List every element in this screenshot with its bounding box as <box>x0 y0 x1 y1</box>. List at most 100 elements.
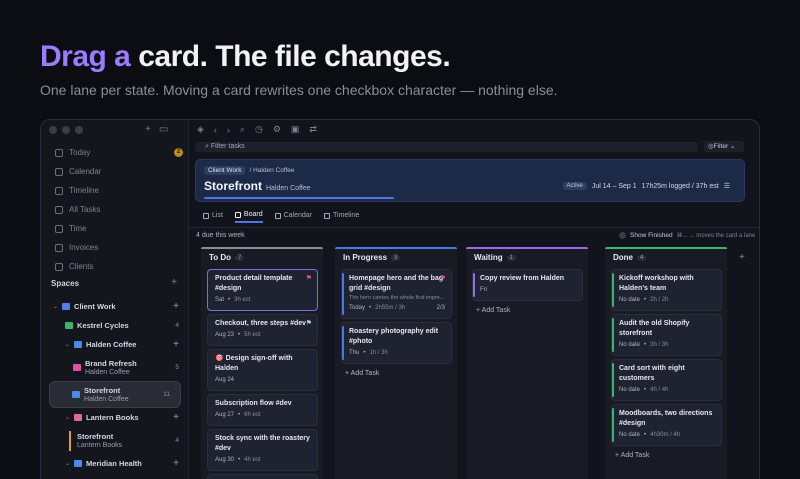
nav-icon <box>55 148 63 157</box>
add-task-button[interactable]: + Add Task <box>605 446 727 465</box>
close-dot[interactable] <box>49 126 57 134</box>
lane-done: Done 4 Kickoff workshop with Halden's team… <box>605 247 727 479</box>
lane-title: To Do <box>209 253 232 262</box>
filter-input[interactable]: ⌕ Filter tasks <box>195 142 698 152</box>
flag-icon[interactable]: ⚑ <box>306 274 312 284</box>
card-estimate: 1h / 3h <box>369 350 388 356</box>
space-tree: ⌄ Client Work + Kestrel Cycles 4 ⌄ Halden Co… <box>41 297 189 473</box>
tree-lantern[interactable]: ⌄ Lantern Books + <box>41 408 189 427</box>
tab-calendar[interactable]: Calendar <box>274 211 312 223</box>
nav-label: Time <box>69 224 87 233</box>
nav-label: Timeline <box>69 186 99 195</box>
nav-item[interactable]: Timeline <box>41 181 189 200</box>
task-card[interactable]: ⚑ Product detail template #design Sat • 3h e… <box>207 269 318 311</box>
window-controls[interactable] <box>49 126 83 134</box>
nav-item[interactable]: Calendar <box>41 162 189 181</box>
due-summary: 4 due this week <box>196 232 245 239</box>
minimize-dot[interactable] <box>62 126 70 134</box>
card-estimate: 4h30m / 4h <box>650 432 681 438</box>
tree-halden[interactable]: ⌄ Halden Coffee + <box>41 335 189 354</box>
tab-list[interactable]: List <box>203 211 223 223</box>
lane-accent <box>473 273 475 297</box>
flag-icon[interactable]: ⚑ <box>440 274 446 284</box>
task-card[interactable]: Kickoff workshop with Halden's team No da… <box>611 269 722 311</box>
lane-in-progress: In Progress 3 ⚑ Homepage hero and the bag g… <box>335 247 457 479</box>
tree-meridian[interactable]: ⌄ Meridian Health + <box>41 454 189 473</box>
sidebar: + ▭ Today 2 Calendar Timeline All Tasks Time In… <box>41 120 189 479</box>
breadcrumb-client[interactable]: / Halden Coffee <box>249 167 294 174</box>
tree-client-work[interactable]: ⌄ Client Work + <box>41 297 189 316</box>
nav-icon <box>55 243 63 252</box>
nav-item[interactable]: Today 2 <box>41 143 189 162</box>
lane-count: 1 <box>506 254 516 261</box>
task-card[interactable]: Audit the old Shopify storefront No date •… <box>611 314 722 356</box>
nav-icon <box>55 205 63 214</box>
lane-to-do: To Do 7 ⚑ Product detail template #design Sa… <box>201 247 323 479</box>
add-icon[interactable]: + <box>173 301 179 312</box>
task-card[interactable]: Subscription flow #dev Aug 27 • 6h est <box>207 394 318 426</box>
sidebar-toggle-icon[interactable]: ▭ <box>159 124 168 135</box>
sync-icon[interactable]: ⇄ <box>309 124 317 135</box>
task-card[interactable]: Copy review from Halden Fri <box>472 269 583 301</box>
search-icon[interactable]: ⌕ <box>240 124 245 135</box>
task-card[interactable]: 🎯 Design sign-off with Halden Aug 24 <box>207 349 318 391</box>
view-tabs: List Board Calendar Timeline <box>203 211 359 223</box>
add-icon[interactable]: + <box>173 412 179 423</box>
card-date: Aug 23 <box>215 332 235 338</box>
chevron-down-icon[interactable]: ⌄ <box>53 303 58 310</box>
task-card[interactable]: Stock sync with the roastery #dev Aug 30 •… <box>207 429 318 471</box>
project-icon <box>65 322 73 329</box>
task-card[interactable]: Roastery photography edit #photo Thu • 1h /… <box>341 322 452 364</box>
filter-button[interactable]: ◎Filter ⌄ <box>704 141 744 152</box>
zoom-dot[interactable] <box>75 126 83 134</box>
card-title: Product detail template #design <box>215 275 293 292</box>
lane-accent <box>612 408 614 442</box>
add-task-button[interactable]: + Add Task <box>466 301 588 320</box>
card-estimate: 2h55m / 3h <box>375 305 406 311</box>
show-finished-toggle[interactable] <box>619 232 626 239</box>
task-card[interactable]: ⚑ Homepage hero and the bag grid #design T… <box>341 269 452 319</box>
card-date: Aug 30 <box>215 457 235 463</box>
breadcrumb-space[interactable]: Client Work <box>204 166 246 175</box>
card-title: 🎯 Design sign-off with Halden <box>215 355 293 372</box>
task-card[interactable]: Moodboards, two directions #design No dat… <box>611 404 722 446</box>
progress-bar <box>204 197 394 199</box>
back-icon[interactable]: ‹ <box>214 125 217 135</box>
nav-item[interactable]: Clients <box>41 257 189 276</box>
tree-lantern-storefront[interactable]: Storefront Lantern Books 4 <box>41 427 189 454</box>
add-lane-icon[interactable]: + <box>739 252 745 263</box>
add-task-button[interactable]: + Add Task <box>335 364 457 383</box>
app-window: + ▭ Today 2 Calendar Timeline All Tasks Time In… <box>40 119 760 479</box>
task-card[interactable]: ⚑ Checkout, three steps #dev Aug 23 • 5h est <box>207 314 318 346</box>
settings-icon[interactable]: ⚙ <box>273 124 281 135</box>
nav-item[interactable]: Time <box>41 219 189 238</box>
task-card[interactable]: ⚑Accessibility pass #dev <box>207 474 318 479</box>
nav-label: Today <box>69 148 91 157</box>
chevron-down-icon[interactable]: ⌄ <box>65 460 70 467</box>
task-card[interactable]: Card sort with eight customers No date • 4h… <box>611 359 722 401</box>
tab-timeline[interactable]: Timeline <box>324 211 359 223</box>
tree-brand-refresh[interactable]: Brand Refresh Halden Coffee 5 <box>41 354 189 381</box>
plus-icon[interactable]: + <box>145 124 151 135</box>
tab-board[interactable]: Board <box>234 211 263 223</box>
add-space-icon[interactable]: + <box>171 277 177 288</box>
add-icon[interactable]: + <box>173 458 179 469</box>
inbox-icon[interactable]: ▣ <box>291 124 300 135</box>
show-finished-label: Show Finished <box>630 232 673 239</box>
card-title: Audit the old Shopify storefront <box>619 320 690 337</box>
chevron-down-icon[interactable]: ⌄ <box>65 414 70 421</box>
add-icon[interactable]: + <box>173 339 179 350</box>
tab-label: List <box>212 212 223 219</box>
layers-icon[interactable]: ◈ <box>197 124 204 135</box>
card-title: Subscription flow #dev <box>215 400 292 407</box>
nav-item[interactable]: All Tasks <box>41 200 189 219</box>
flag-icon[interactable]: ⚑ <box>306 319 312 329</box>
nav-item[interactable]: Invoices <box>41 238 189 257</box>
forward-icon[interactable]: › <box>227 125 230 135</box>
menu-icon[interactable]: ☰ <box>724 182 730 190</box>
tree-storefront-selected[interactable]: Storefront Halden Coffee 11 <box>49 381 181 408</box>
chevron-down-icon[interactable]: ⌄ <box>65 341 70 348</box>
tree-kestrel[interactable]: Kestrel Cycles 4 <box>41 316 189 335</box>
timer-icon[interactable]: ◷ <box>255 124 263 135</box>
breadcrumb: Client Work / Halden Coffee <box>204 166 295 175</box>
